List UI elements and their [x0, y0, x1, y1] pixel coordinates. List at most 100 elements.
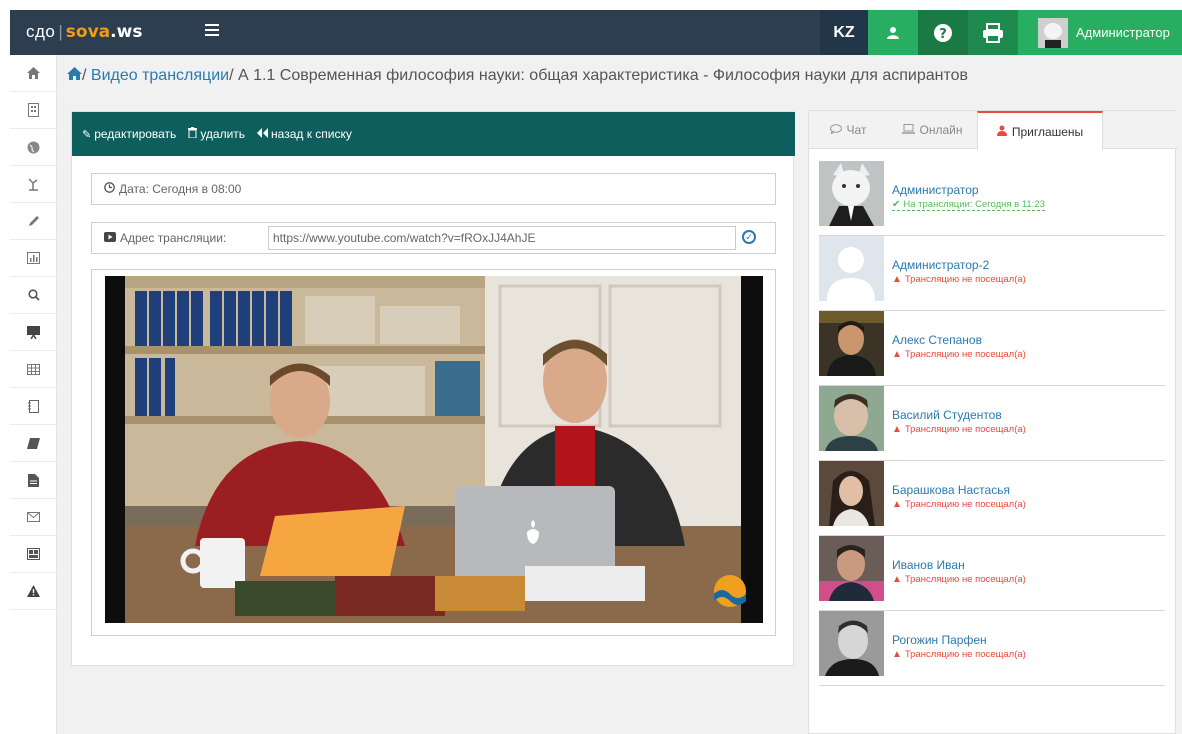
- list-item[interactable]: Алекс Степанов ▲ Трансляцию не посещал(а): [819, 311, 1165, 386]
- tab-chat-label: Чат: [846, 123, 867, 137]
- sidebar-pencil-icon[interactable]: [10, 203, 57, 240]
- delete-label: удалить: [200, 127, 246, 141]
- delete-button[interactable]: удалить: [188, 127, 245, 141]
- participant-name[interactable]: Администратор: [892, 183, 979, 197]
- edit-icon: ✎: [82, 128, 92, 141]
- sidebar: [10, 55, 57, 734]
- breadcrumb-separator: /: [229, 67, 238, 84]
- participant-name[interactable]: Администратор-2: [892, 258, 989, 272]
- warning-icon: ▲: [892, 274, 902, 285]
- tab-chat[interactable]: Чат: [809, 111, 887, 149]
- list-item[interactable]: Администратор-2 ▲ Трансляцию не посещал(а…: [819, 236, 1165, 311]
- tab-online[interactable]: Онлайн: [887, 111, 977, 149]
- avatar: [819, 611, 884, 676]
- profile-name: Администратор: [1076, 25, 1170, 40]
- url-input[interactable]: https://www.youtube.com/watch?v=fROxJJ4A…: [268, 226, 736, 250]
- sidebar-dashboard-icon[interactable]: [10, 536, 57, 573]
- list-item[interactable]: Иванов Иван ▲ Трансляцию не посещал(а): [819, 536, 1165, 611]
- chat-icon: [829, 123, 842, 137]
- participant-status: Трансляцию не посещал(а): [904, 349, 1026, 360]
- avatar: [819, 311, 884, 376]
- participant-status: Трансляцию не посещал(а): [904, 499, 1026, 510]
- sidebar-book-icon[interactable]: [10, 388, 57, 425]
- user-icon: [887, 26, 899, 39]
- home-icon[interactable]: [67, 67, 82, 84]
- menu-icon[interactable]: [205, 24, 219, 37]
- print-button[interactable]: [968, 10, 1018, 55]
- tabs: Чат Онлайн Приглашены: [809, 111, 1177, 150]
- language-button[interactable]: KZ: [820, 10, 868, 55]
- user-button[interactable]: [868, 10, 918, 55]
- clock-icon: [104, 182, 115, 196]
- avatar: [819, 236, 884, 301]
- check-icon: ✔: [892, 199, 901, 210]
- brand-ws: .ws: [110, 22, 143, 42]
- trash-icon: [188, 127, 198, 141]
- breadcrumb-section[interactable]: Видео трансляции: [91, 67, 229, 84]
- video-frame: [91, 269, 776, 636]
- sidebar-home-icon[interactable]: [10, 55, 57, 92]
- avatar: [819, 536, 884, 601]
- participant-name[interactable]: Рогожин Парфен: [892, 633, 987, 647]
- sidebar-presentation-icon[interactable]: [10, 314, 57, 351]
- sidebar-building-icon[interactable]: [10, 92, 57, 129]
- list-item[interactable]: Администратор ✔ На трансляции: Сегодня в …: [819, 161, 1165, 236]
- brand-sova: sova: [65, 22, 111, 42]
- avatar: [819, 461, 884, 526]
- status-badge: ▲ Трансляцию не посещал(а): [892, 424, 1026, 435]
- tab-online-label: Онлайн: [919, 123, 963, 137]
- date-field: Дата: Сегодня в 08:00: [91, 173, 776, 205]
- check-circle-icon[interactable]: ✓: [742, 230, 756, 244]
- help-button[interactable]: ?: [918, 10, 968, 55]
- back-button[interactable]: назад к списку: [257, 127, 352, 141]
- status-badge: ▲ Трансляцию не посещал(а): [892, 649, 1026, 660]
- date-label: Дата: Сегодня в 08:00: [119, 182, 242, 196]
- sidebar-warning-icon[interactable]: [10, 573, 57, 610]
- breadcrumb: / Видео трансляции/ А 1.1 Современная фи…: [67, 67, 968, 85]
- brand-logo[interactable]: сдо | sova .ws: [26, 22, 142, 42]
- warning-icon: ▲: [892, 499, 902, 510]
- participant-name[interactable]: Барашкова Настасья: [892, 483, 1010, 497]
- sidebar-chart-icon[interactable]: [10, 240, 57, 277]
- avatar: [1038, 17, 1068, 48]
- sidebar-books-icon[interactable]: [10, 425, 57, 462]
- url-field: Адрес трансляции: https://www.youtube.co…: [91, 222, 776, 254]
- avatar: [819, 386, 884, 451]
- backward-icon: [257, 127, 269, 141]
- page-title: А 1.1 Современная философия науки: общая…: [237, 67, 969, 84]
- sidebar-search-icon[interactable]: [10, 277, 57, 314]
- sidebar-lamp-icon[interactable]: [10, 166, 57, 203]
- edit-label: редактировать: [94, 127, 177, 141]
- video-icon: [104, 231, 116, 245]
- breadcrumb-separator: /: [82, 67, 91, 84]
- status-badge: ▲ Трансляцию не посещал(а): [892, 349, 1026, 360]
- profile-menu[interactable]: Администратор: [1018, 10, 1182, 55]
- edit-button[interactable]: ✎ редактировать: [82, 127, 176, 141]
- warning-icon: ▲: [892, 349, 902, 360]
- participant-status: Трансляцию не посещал(а): [904, 574, 1026, 585]
- svg-text:?: ?: [939, 27, 947, 42]
- tab-invited-label: Приглашены: [1011, 124, 1084, 139]
- list-item[interactable]: Барашкова Настасья ▲ Трансляцию не посеща…: [819, 461, 1165, 536]
- participant-name[interactable]: Иванов Иван: [892, 558, 965, 572]
- participant-name[interactable]: Алекс Степанов: [892, 333, 982, 347]
- video-still: [105, 276, 763, 623]
- brand-sdo: сдо: [26, 22, 56, 41]
- warning-icon: ▲: [892, 574, 902, 585]
- status-badge: ▲ Трансляцию не посещал(а): [892, 274, 1026, 285]
- participants-panel: Чат Онлайн Приглашены Администратор ✔ На …: [808, 110, 1177, 734]
- avatar: [819, 161, 884, 226]
- sidebar-file-icon[interactable]: [10, 462, 57, 499]
- participant-name[interactable]: Василий Студентов: [892, 408, 1002, 422]
- status-badge: ▲ Трансляцию не посещал(а): [892, 499, 1026, 510]
- sidebar-globe-icon[interactable]: [10, 129, 57, 166]
- participant-status: Трансляцию не посещал(а): [904, 424, 1026, 435]
- tab-invited[interactable]: Приглашены: [977, 111, 1103, 150]
- list-item[interactable]: Василий Студентов ▲ Трансляцию не посещал…: [819, 386, 1165, 461]
- participant-status: Трансляцию не посещал(а): [904, 649, 1026, 660]
- video-player[interactable]: [105, 276, 763, 623]
- url-label: Адрес трансляции:: [120, 231, 227, 245]
- list-item[interactable]: Рогожин Парфен ▲ Трансляцию не посещал(а): [819, 611, 1165, 686]
- sidebar-envelope-icon[interactable]: [10, 499, 57, 536]
- sidebar-table-icon[interactable]: [10, 351, 57, 388]
